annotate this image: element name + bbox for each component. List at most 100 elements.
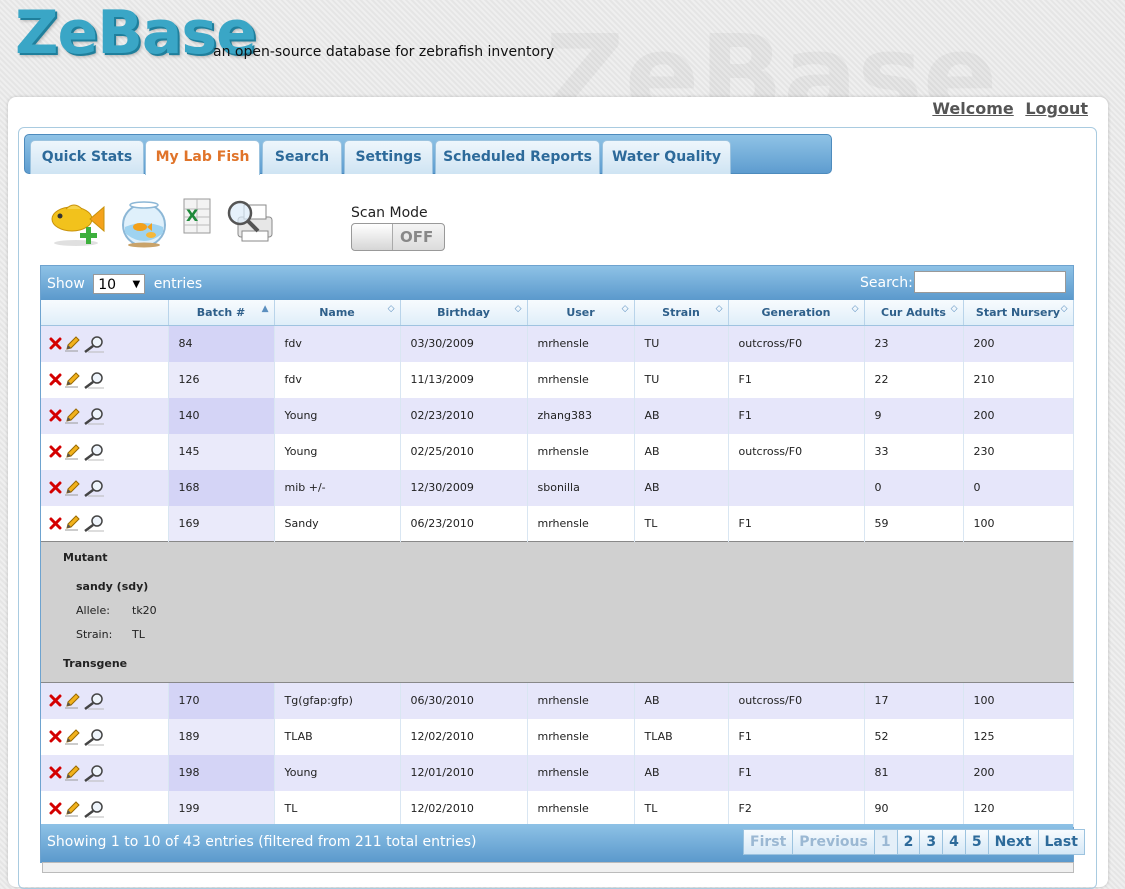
print-preview-icon[interactable] [224,197,276,245]
delete-icon[interactable] [49,766,62,779]
view-magnifier-icon[interactable] [82,514,106,533]
cell-start-nursery: 210 [963,361,1074,398]
table-body: 84 fdv 03/30/2009 mrhensle TU outcross/F0 23 20… [41,325,1074,827]
horizontal-scrollbar[interactable] [42,862,1074,873]
delete-icon[interactable] [49,517,62,530]
delete-icon[interactable] [49,445,62,458]
pagination-page-4[interactable]: 4 [942,829,966,855]
allele-value: tk20 [132,604,157,617]
edit-pencil-icon[interactable] [64,800,80,817]
edit-pencil-icon[interactable] [64,693,80,709]
pagination-last[interactable]: Last [1037,829,1085,855]
pagination-previous[interactable]: Previous [792,829,875,855]
tab-search[interactable]: Search [262,140,342,174]
edit-pencil-icon[interactable] [64,336,80,352]
tab-my-lab-fish[interactable]: My Lab Fish [145,140,260,175]
pagination-first[interactable]: First [743,829,794,855]
table-row[interactable]: 198 Young 12/01/2010 mrhensle AB F1 81 200 [41,754,1074,791]
table-controls: Show 10 ▼ entries Search: [41,266,1073,300]
chevron-down-icon: ▼ [132,279,141,290]
cell-batch: 126 [168,361,275,398]
delete-icon[interactable] [49,802,62,815]
view-magnifier-icon[interactable] [82,728,106,746]
cell-name: TL [274,790,401,827]
delete-icon[interactable] [49,373,62,386]
tab-settings[interactable]: Settings [344,140,433,174]
table-row[interactable]: 189 TLAB 12/02/2010 mrhensle TLAB F1 52 125 [41,718,1074,755]
table-row[interactable]: 199 TL 12/02/2010 mrhensle TL F2 90 120 [41,790,1074,827]
pagination-next[interactable]: Next [987,829,1039,855]
column-header-strain[interactable]: Strain ◇ [634,300,729,326]
edit-pencil-icon[interactable] [64,407,80,424]
page-size-select[interactable]: 10 ▼ [93,274,146,294]
cell-generation: outcross/F0 [728,433,865,470]
pagination-page-2[interactable]: 2 [896,829,921,855]
column-header-cur-adults[interactable]: Cur Adults ◇ [864,300,964,326]
view-magnifier-icon[interactable] [82,764,106,782]
edit-pencil-icon[interactable] [64,515,80,531]
column-header-birthday[interactable]: Birthday ◇ [400,300,528,326]
cell-start-nursery: 200 [963,397,1074,434]
view-magnifier-icon[interactable] [82,407,106,425]
row-actions [41,433,169,470]
delete-icon[interactable] [49,730,62,743]
welcome-link[interactable]: Welcome [932,99,1013,118]
fish-tank-icon[interactable] [118,197,170,249]
cell-generation [728,469,865,506]
excel-export-icon[interactable]: X [180,197,214,237]
delete-icon[interactable] [49,409,62,422]
edit-pencil-icon[interactable] [64,443,80,460]
table-row[interactable]: 126 fdv 11/13/2009 mrhensle TU F1 22 210 [41,361,1074,398]
tab-quick-stats[interactable]: Quick Stats [30,140,144,174]
cell-birthday: 12/02/2010 [400,718,528,755]
edit-pencil-icon[interactable] [64,371,80,388]
view-magnifier-icon[interactable] [82,479,106,497]
table-row[interactable]: 140 Young 02/23/2010 zhang383 AB F1 9 200 [41,397,1074,434]
cell-batch: 189 [168,718,275,755]
delete-icon[interactable] [49,694,62,707]
cell-batch: 84 [168,325,275,362]
tab-scheduled-reports[interactable]: Scheduled Reports [435,140,600,174]
table-row[interactable]: 168 mib +/- 12/30/2009 sbonilla AB 0 0 [41,469,1074,506]
table-info: Showing 1 to 10 of 43 entries (filtered … [47,834,477,850]
view-magnifier-icon[interactable] [82,443,106,461]
delete-icon[interactable] [49,337,62,350]
cell-cur-adults: 0 [864,469,964,506]
search-input[interactable] [914,271,1066,293]
edit-pencil-icon[interactable] [64,479,80,496]
table-row[interactable]: 169 Sandy 06/23/2010 mrhensle TL F1 59 100 [41,505,1074,542]
pagination-page-5[interactable]: 5 [964,829,989,855]
table-row[interactable]: 170 Tg(gfap:gfp) 06/30/2010 mrhensle AB outcr… [41,682,1074,719]
delete-icon[interactable] [49,481,62,494]
pagination-page-1[interactable]: 1 [873,829,898,855]
column-header-generation[interactable]: Generation ◇ [728,300,865,326]
cell-batch: 169 [168,505,275,542]
table-row[interactable]: 84 fdv 03/30/2009 mrhensle TU outcross/F0 23 20… [41,325,1074,362]
allele-label: Allele: [76,604,110,617]
scan-mode-toggle[interactable]: OFF [351,223,445,251]
view-magnifier-icon[interactable] [82,692,106,710]
logout-link[interactable]: Logout [1025,99,1088,118]
column-header-user[interactable]: User ◇ [527,300,635,326]
scan-mode-label: Scan Mode [351,205,428,221]
edit-pencil-icon[interactable] [64,728,80,745]
row-actions [41,682,169,719]
view-magnifier-icon[interactable] [82,335,106,353]
view-magnifier-icon[interactable] [82,371,106,389]
sort-both-icon: ◇ [715,304,723,314]
pagination-page-3[interactable]: 3 [919,829,944,855]
view-magnifier-icon[interactable] [82,800,106,818]
cell-birthday: 02/23/2010 [400,397,528,434]
edit-pencil-icon[interactable] [64,764,80,781]
table-row[interactable]: 145 Young 02/25/2010 mrhensle AB outcross/F0 3… [41,433,1074,470]
tab-water-quality[interactable]: Water Quality [602,140,731,174]
show-label: Show [47,276,85,292]
column-header-start-nursery[interactable]: Start Nursery ◇ [963,300,1074,326]
cell-strain: AB [634,397,729,434]
cell-generation: F1 [728,361,865,398]
column-header-name[interactable]: Name ◇ [274,300,401,326]
column-header-batch[interactable]: Batch # ▲ [168,300,275,326]
cell-birthday: 12/02/2010 [400,790,528,827]
cell-cur-adults: 22 [864,361,964,398]
add-fish-icon[interactable] [46,197,108,249]
